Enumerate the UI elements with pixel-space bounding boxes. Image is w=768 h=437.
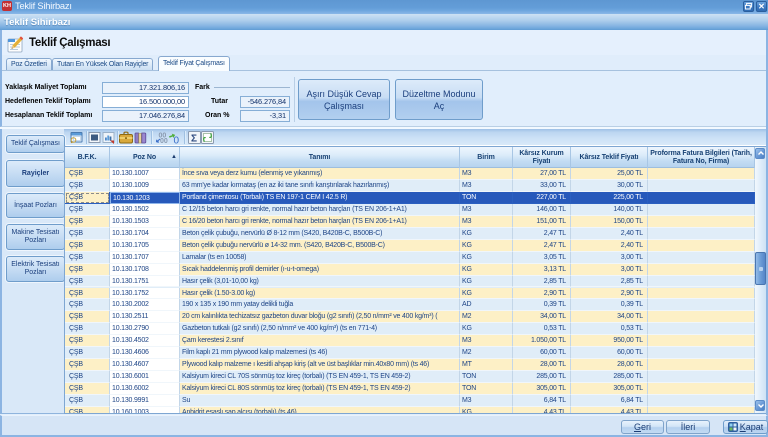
svg-text:00: 00 — [160, 138, 168, 144]
svg-text:0: 0 — [174, 136, 180, 145]
svg-text:Σ: Σ — [191, 134, 197, 145]
